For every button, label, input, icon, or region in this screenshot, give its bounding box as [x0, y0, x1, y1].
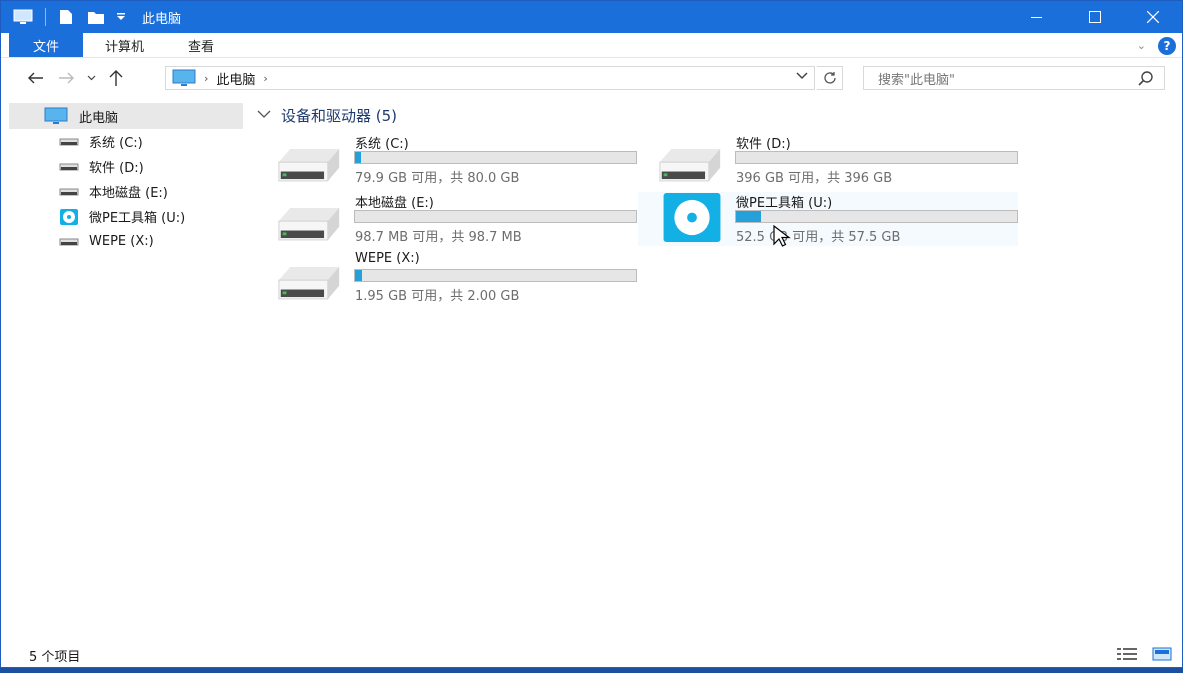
sidebar-item-label: 微PE工具箱 (U:)	[89, 211, 186, 226]
status-bar: 5 个项目	[1, 643, 1182, 667]
explorer-window: 此电脑 文件 计算机 查看 ⌄ ? › 此电脑 › 搜索"此电脑" 此电脑 系统…	[0, 0, 1183, 668]
mouse-cursor-icon	[773, 224, 793, 253]
disc-icon	[59, 208, 79, 226]
address-bar[interactable]: › 此电脑 ›	[165, 66, 815, 90]
maximize-button[interactable]	[1066, 1, 1124, 33]
drive-capacity: 52.5 GB 可用，共 57.5 GB	[736, 230, 901, 245]
drive-tile[interactable]: 微PE工具箱 (U:) 52.5 GB 可用，共 57.5 GB	[638, 192, 1018, 246]
window-controls	[1008, 1, 1182, 33]
computer-icon[interactable]	[11, 5, 35, 29]
drive-usage-bar	[354, 151, 637, 164]
hdd-icon	[59, 162, 79, 172]
sidebar-item-label: 软件 (D:)	[89, 161, 144, 176]
hdd-icon	[277, 145, 345, 185]
drive-usage-bar	[735, 210, 1018, 223]
ribbon-tabs: 文件 计算机 查看 ⌄ ?	[1, 33, 1182, 58]
tab-computer[interactable]: 计算机	[83, 33, 166, 57]
recent-locations-icon[interactable]	[81, 63, 101, 93]
tab-file[interactable]: 文件	[9, 33, 84, 57]
drive-capacity: 1.95 GB 可用，共 2.00 GB	[355, 289, 520, 304]
expand-ribbon-icon[interactable]: ⌄	[1137, 39, 1146, 52]
hdd-icon	[658, 145, 726, 185]
drive-usage-bar	[354, 269, 637, 282]
address-dropdown-icon[interactable]	[796, 69, 808, 83]
navigation-bar: › 此电脑 › 搜索"此电脑"	[1, 59, 1182, 97]
sidebar-item-drive[interactable]: 微PE工具箱 (U:)	[9, 204, 243, 229]
ribbon-right: ⌄ ?	[1137, 33, 1176, 58]
group-title: 设备和驱动器 (5)	[281, 106, 398, 125]
drive-usage-fill	[736, 211, 762, 222]
minimize-button[interactable]	[1008, 1, 1066, 33]
sidebar-item-label: WEPE (X:)	[89, 234, 154, 249]
search-icon	[1138, 70, 1154, 90]
breadcrumb-this-pc[interactable]: 此电脑	[216, 69, 255, 88]
content-area: 设备和驱动器 (5) 系统 (C:) 79.9 GB 可用，共 80.0 GB 软件…	[257, 103, 1177, 327]
drive-tile[interactable]: WEPE (X:) 1.95 GB 可用，共 2.00 GB	[257, 251, 637, 305]
drive-usage-bar	[735, 151, 1018, 164]
large-icons-view-icon[interactable]	[1152, 647, 1172, 665]
drive-capacity: 98.7 MB 可用，共 98.7 MB	[355, 230, 522, 245]
help-icon[interactable]: ?	[1158, 36, 1176, 55]
search-input[interactable]: 搜索"此电脑"	[878, 69, 955, 88]
tab-view[interactable]: 查看	[166, 33, 236, 57]
view-switcher	[1116, 647, 1172, 665]
customize-toolbar-icon[interactable]	[114, 5, 128, 29]
drive-capacity: 79.9 GB 可用，共 80.0 GB	[355, 171, 520, 186]
sidebar-item-this-pc[interactable]: 此电脑	[9, 103, 243, 129]
sidebar-item-drive[interactable]: 本地磁盘 (E:)	[9, 179, 243, 204]
hdd-icon	[277, 204, 345, 244]
collapse-chevron-icon[interactable]	[257, 108, 275, 122]
navigation-pane: 此电脑 系统 (C:) 软件 (D:) 本地磁盘 (E:) 微PE工具箱 (U:) WE…	[9, 103, 243, 254]
hdd-icon	[277, 263, 345, 303]
sidebar-item-label: 此电脑	[79, 110, 119, 126]
drive-name: 微PE工具箱 (U:)	[736, 196, 833, 211]
drive-tile[interactable]: 软件 (D:) 396 GB 可用，共 396 GB	[638, 133, 1018, 187]
drive-usage-fill	[355, 270, 363, 281]
sidebar-item-drive[interactable]: 系统 (C:)	[9, 129, 243, 154]
breadcrumb-separator-icon[interactable]: ›	[204, 72, 208, 85]
drive-capacity: 396 GB 可用，共 396 GB	[736, 171, 893, 186]
sidebar-item-label: 系统 (C:)	[89, 136, 143, 151]
drive-tile[interactable]: 系统 (C:) 79.9 GB 可用，共 80.0 GB	[257, 133, 637, 187]
drive-name: 软件 (D:)	[736, 137, 791, 152]
up-button[interactable]	[101, 63, 131, 93]
drive-usage-bar	[354, 210, 637, 223]
close-button[interactable]	[1124, 1, 1182, 33]
disc-icon	[662, 192, 730, 243]
hdd-icon	[59, 237, 79, 247]
forward-button[interactable]	[51, 63, 81, 93]
drive-name: 本地磁盘 (E:)	[355, 196, 434, 211]
window-title: 此电脑	[142, 11, 182, 27]
sidebar-item-drive[interactable]: WEPE (X:)	[9, 229, 243, 254]
new-folder-icon[interactable]	[84, 5, 108, 29]
sidebar-item-drive[interactable]: 软件 (D:)	[9, 154, 243, 179]
sidebar-item-label: 本地磁盘 (E:)	[89, 186, 168, 201]
hdd-icon	[59, 137, 79, 147]
computer-icon	[172, 69, 196, 87]
details-view-icon[interactable]	[1116, 647, 1138, 665]
title-bar: 此电脑	[1, 1, 1182, 33]
drive-name: WEPE (X:)	[355, 251, 420, 266]
search-box[interactable]: 搜索"此电脑"	[863, 66, 1165, 90]
drive-tile[interactable]: 本地磁盘 (E:) 98.7 MB 可用，共 98.7 MB	[257, 192, 637, 246]
properties-icon[interactable]	[54, 5, 78, 29]
quick-access-toolbar	[1, 1, 134, 33]
back-button[interactable]	[21, 63, 51, 93]
item-count: 5 个项目	[29, 649, 81, 665]
breadcrumb-separator-icon[interactable]: ›	[263, 72, 267, 85]
group-header[interactable]: 设备和驱动器 (5)	[257, 103, 1177, 127]
toolbar-separator	[45, 8, 46, 26]
refresh-button[interactable]	[817, 66, 843, 90]
drive-usage-fill	[355, 152, 361, 163]
drive-name: 系统 (C:)	[355, 137, 409, 152]
hdd-icon	[59, 187, 79, 197]
computer-icon	[43, 107, 69, 125]
